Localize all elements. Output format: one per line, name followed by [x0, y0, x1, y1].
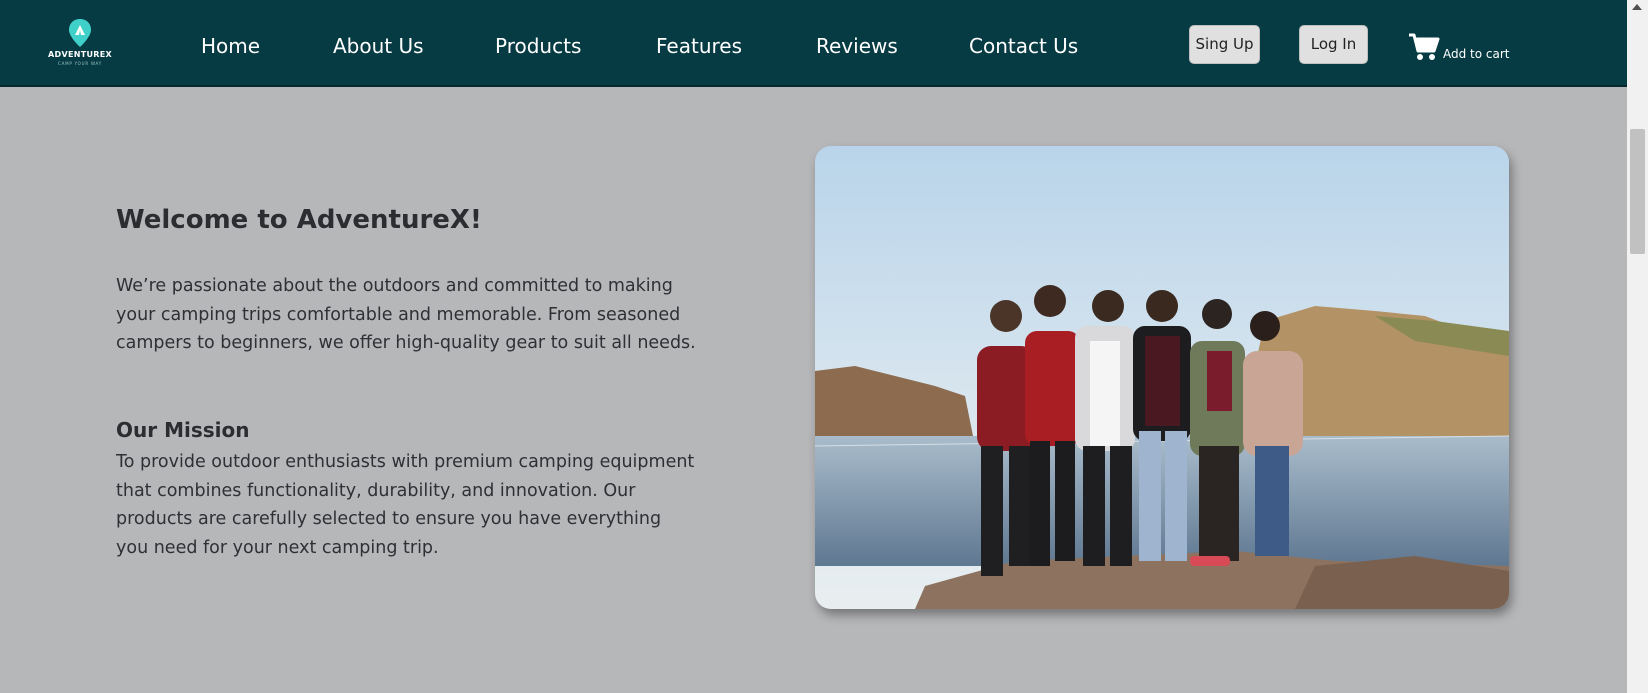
nav-features[interactable]: Features [656, 34, 742, 58]
brand-name: ADVENTUREX [48, 50, 112, 59]
nav-home[interactable]: Home [201, 34, 260, 58]
add-to-cart-button[interactable]: Add to cart [1408, 32, 1518, 66]
nav-reviews[interactable]: Reviews [816, 34, 898, 58]
page-title: Welcome to AdventureX! [116, 205, 482, 235]
brand-logo[interactable]: ADVENTUREX CAMP YOUR WAY [44, 16, 116, 70]
nav-contact-us[interactable]: Contact Us [969, 34, 1078, 58]
brand-tagline: CAMP YOUR WAY [57, 61, 103, 66]
scrollbar-thumb[interactable] [1630, 129, 1645, 254]
mission-heading: Our Mission [116, 418, 250, 442]
nav-about-us[interactable]: About Us [333, 34, 424, 58]
scroll-up-arrow-icon[interactable] [1632, 4, 1642, 10]
scrollbar[interactable] [1627, 0, 1648, 693]
navbar: ADVENTUREX CAMP YOUR WAY Home About Us P… [0, 0, 1627, 87]
signup-button[interactable]: Sing Up [1189, 25, 1260, 64]
mission-paragraph: To provide outdoor enthusiasts with prem… [116, 452, 695, 558]
cart-icon [1409, 33, 1440, 60]
intro-paragraph: We’re passionate about the outdoors and … [116, 276, 696, 353]
cart-label: Add to cart [1443, 47, 1510, 61]
nav-products[interactable]: Products [495, 34, 581, 58]
map-pin-icon [69, 19, 91, 47]
group-photo [815, 146, 1509, 609]
login-button[interactable]: Log In [1299, 25, 1368, 64]
